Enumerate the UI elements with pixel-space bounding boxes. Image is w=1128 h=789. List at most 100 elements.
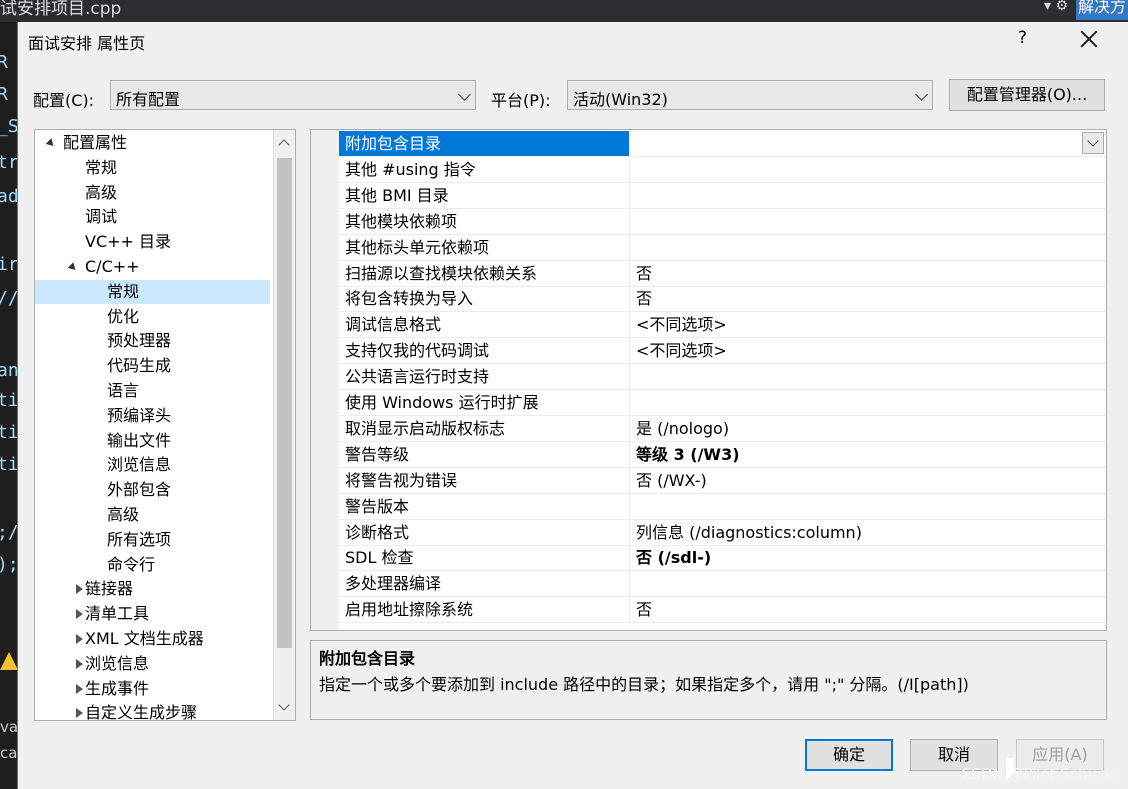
property-name: 将包含转换为导入	[339, 286, 630, 312]
ide-solve-button[interactable]: 解决方	[1076, 0, 1128, 20]
property-value[interactable]: 是 (/nologo)	[636, 416, 729, 441]
tree-item[interactable]: VC++ 目录	[35, 230, 270, 254]
tree-item[interactable]: 输出文件	[35, 429, 270, 453]
tree-item[interactable]: 调试	[35, 205, 270, 229]
tree-item[interactable]: C/C++	[35, 255, 270, 279]
tree-item[interactable]: 常规	[35, 156, 270, 180]
collapsed-arrow-icon[interactable]	[76, 609, 83, 620]
property-row[interactable]: 扫描源以查找模块依赖关系否	[339, 260, 1106, 287]
property-row[interactable]: 其他模块依赖项	[339, 208, 1106, 235]
tree-item[interactable]: 外部包含	[35, 478, 270, 502]
property-value[interactable]: 否	[636, 597, 652, 622]
ide-toolbar-icons[interactable]: ▾ ⚙	[1044, 0, 1068, 14]
tree-item[interactable]: 生成事件	[35, 677, 270, 701]
ok-button[interactable]: 确定	[805, 739, 893, 771]
property-row[interactable]: SDL 检查否 (/sdl-)	[339, 545, 1106, 572]
close-icon[interactable]	[1076, 26, 1102, 52]
tree-item-label: 常规	[85, 157, 118, 177]
description-title: 附加包含目录	[319, 649, 416, 668]
property-name: 其他标头单元依赖项	[339, 234, 630, 260]
property-row[interactable]: 警告等级 等级 3 (/W3)	[339, 441, 1106, 468]
tree-item-label: 所有选项	[107, 529, 172, 549]
property-value[interactable]: 否	[636, 286, 652, 311]
property-value[interactable]: 列信息 (/diagnostics:column)	[636, 520, 862, 545]
tree-item-label: 自定义生成步骤	[85, 703, 198, 721]
tree-item-label: 清单工具	[85, 604, 150, 624]
watermark: CSDN @Pilot Schuck	[960, 765, 1114, 783]
collapsed-arrow-icon[interactable]	[76, 634, 83, 644]
scroll-thumb[interactable]	[277, 158, 292, 648]
tree-item[interactable]: 预处理器	[35, 329, 270, 353]
ide-file-tab[interactable]: 试安排项目.cpp	[0, 0, 121, 19]
collapsed-arrow-icon[interactable]	[76, 584, 83, 595]
platform-select[interactable]: 活动(Win32)	[567, 80, 933, 110]
tree-item[interactable]: 常规	[35, 279, 270, 304]
property-value[interactable]: 否	[636, 261, 652, 286]
property-name: 将警告视为错误	[339, 467, 630, 493]
property-row[interactable]: 启用地址擦除系统否	[339, 597, 1106, 624]
tree-item[interactable]: 语言	[35, 379, 270, 403]
property-row[interactable]: 将包含转换为导入否	[339, 286, 1106, 313]
property-grid: 附加包含目录 其他 #using 指令 其他 BMI 目录 其他模块依赖项 其他标头单元…	[310, 129, 1107, 631]
tree-item[interactable]: 命令行	[35, 553, 270, 577]
collapsed-arrow-icon[interactable]	[76, 708, 83, 719]
value-dropdown-button[interactable]	[1082, 132, 1104, 154]
property-row[interactable]: 其他 BMI 目录	[339, 182, 1106, 209]
collapsed-arrow-icon[interactable]	[76, 683, 83, 694]
tree-item[interactable]: 浏览信息	[35, 652, 270, 676]
tree-item-label: 优化	[107, 306, 140, 326]
tree-item[interactable]: 高级	[35, 181, 270, 205]
expanded-arrow-icon[interactable]	[45, 138, 57, 149]
config-label: 配置(C):	[33, 91, 95, 110]
property-value[interactable]: <不同选项>	[636, 312, 727, 337]
property-value[interactable]: 否 (/WX-)	[636, 468, 707, 493]
property-value[interactable]: 否 (/sdl-)	[636, 545, 711, 570]
help-button[interactable]: ?	[1018, 28, 1038, 48]
tree-item[interactable]: 所有选项	[35, 528, 270, 552]
code-fragment: ti	[0, 422, 17, 443]
tree-item[interactable]: XML 文档生成器	[35, 627, 270, 651]
tree-item[interactable]: 代码生成	[35, 354, 270, 378]
tree-item[interactable]: 链接器	[35, 577, 270, 601]
property-row[interactable]: 取消显示启动版权标志是 (/nologo)	[339, 415, 1106, 442]
tree-item[interactable]: 配置属性	[35, 131, 270, 155]
code-fragment: ir	[0, 254, 17, 275]
scroll-down-icon[interactable]	[278, 699, 290, 711]
tree-item[interactable]: 高级	[35, 503, 270, 527]
property-name: 其他 BMI 目录	[339, 182, 630, 208]
property-row[interactable]: 附加包含目录	[339, 131, 1106, 157]
collapsed-arrow-icon[interactable]	[76, 658, 83, 669]
property-name: 诊断格式	[339, 519, 630, 545]
property-value[interactable]: <不同选项>	[636, 338, 727, 363]
property-row[interactable]: 使用 Windows 运行时扩展	[339, 390, 1106, 416]
tree-item[interactable]: 优化	[35, 305, 270, 329]
code-fragment: ad	[0, 186, 17, 207]
property-row[interactable]: 支持仅我的代码调试 <不同选项>	[339, 338, 1106, 365]
scroll-up-icon[interactable]	[278, 139, 290, 151]
code-fragment: _S	[0, 116, 17, 137]
tree-scrollbar[interactable]	[273, 130, 295, 720]
property-tree[interactable]: 配置属性 常规 高级 调试 VC++ 目录 C/C++ 常规 优化 预处理器 代码生成 语言 预编译头…	[34, 129, 296, 721]
property-row[interactable]: 公共语言运行时支持	[339, 364, 1106, 391]
code-fragment: ti	[0, 454, 17, 475]
property-row[interactable]: 调试信息格式 <不同选项>	[339, 312, 1106, 339]
config-select[interactable]: 所有配置	[110, 80, 476, 110]
code-fragment: ti	[0, 390, 17, 411]
property-value[interactable]: 等级 3 (/W3)	[636, 442, 740, 467]
property-row[interactable]: 其他标头单元依赖项	[339, 234, 1106, 261]
tree-item[interactable]: 自定义生成步骤	[35, 701, 270, 721]
property-row[interactable]: 诊断格式 列信息 (/diagnostics:column)	[339, 519, 1106, 546]
tree-item[interactable]: 浏览信息	[35, 453, 270, 477]
property-row[interactable]: 其他 #using 指令	[339, 156, 1106, 183]
tree-item[interactable]: 预编译头	[35, 404, 270, 428]
property-row[interactable]: 将警告视为错误否 (/WX-)	[339, 467, 1106, 494]
bottom-fragment: var	[0, 718, 17, 736]
property-name: 附加包含目录	[339, 131, 630, 156]
expanded-arrow-icon[interactable]	[67, 262, 79, 273]
config-manager-button[interactable]: 配置管理器(O)...	[949, 79, 1105, 111]
tree-item[interactable]: 清单工具	[35, 602, 270, 626]
property-row[interactable]: 多处理器编译	[339, 571, 1106, 598]
property-name: 取消显示启动版权标志	[339, 415, 630, 441]
tree-item-label: 调试	[85, 207, 118, 227]
property-row[interactable]: 警告版本	[339, 493, 1106, 520]
